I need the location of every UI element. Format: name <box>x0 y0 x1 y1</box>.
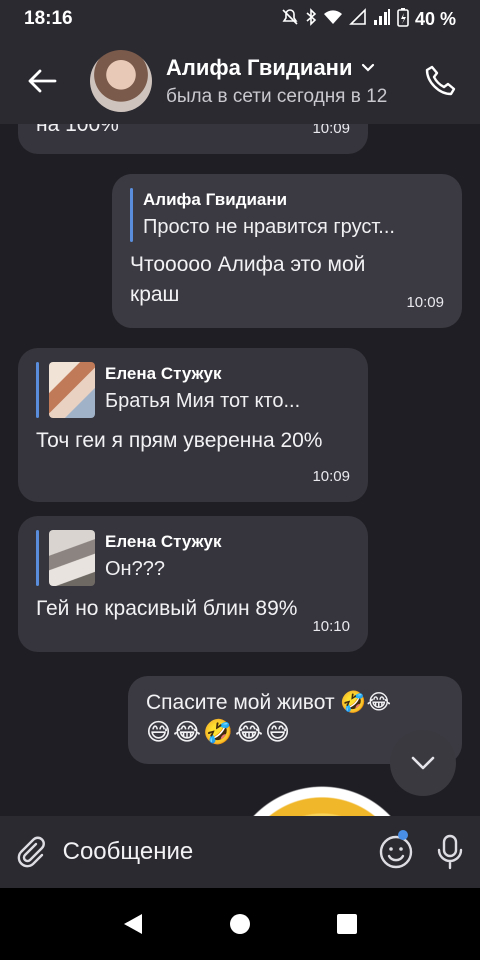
status-icons: 40 % <box>281 7 456 32</box>
emoji-icon <box>380 835 413 869</box>
signal-icon <box>373 8 391 31</box>
attach-icon <box>18 836 46 868</box>
message-composer <box>0 816 480 888</box>
contact-status: была в сети сегодня в 12 <box>166 85 388 107</box>
message-time: 10:09 <box>312 468 350 485</box>
attach-button[interactable] <box>0 816 63 888</box>
quote-text: Просто не нравится груст... <box>143 216 395 238</box>
chat-header: Алифа Гвидиани была в сети сегодня в 12 <box>0 38 480 124</box>
battery-icon <box>397 7 409 32</box>
contact-info[interactable]: Алифа Гвидиани была в сети сегодня в 12 <box>166 55 400 108</box>
status-bar: 18:16 40 % <box>0 0 480 38</box>
status-time: 18:16 <box>24 8 73 29</box>
scroll-to-bottom-button[interactable] <box>390 730 456 796</box>
call-button[interactable] <box>400 38 480 124</box>
contact-avatar[interactable] <box>90 50 152 112</box>
message-input[interactable] <box>62 816 373 888</box>
quote-author: Елена Стужук <box>105 364 222 383</box>
emoji-button[interactable] <box>373 816 421 888</box>
message-text: Точ геи я прям уверенна 20% <box>36 429 323 452</box>
recents-nav-icon[interactable] <box>336 913 358 935</box>
message-time: 10:10 <box>312 618 350 635</box>
quote-accent-bar <box>36 530 39 586</box>
chevron-down-icon <box>411 756 435 770</box>
message-list[interactable]: на 100% 10:09 Алифа Гвидиани Просто не н… <box>0 124 480 816</box>
reply-quote[interactable]: Алифа Гвидиани Просто не нравится груст.… <box>130 188 444 242</box>
back-nav-icon[interactable] <box>122 912 144 936</box>
message-bubble-incoming[interactable]: Елена Стужук Братья Мия тот кто... Точ г… <box>18 348 368 502</box>
mute-icon <box>281 8 299 31</box>
reply-quote[interactable]: Елена Стужук Братья Мия тот кто... <box>36 362 350 418</box>
system-navigation-bar <box>0 888 480 960</box>
battery-percent: 40 % <box>414 8 456 29</box>
home-nav-icon[interactable] <box>229 913 251 935</box>
wifi-icon <box>323 9 343 30</box>
bluetooth-icon <box>305 7 317 31</box>
mic-icon <box>437 834 463 870</box>
quote-author: Елена Стужук <box>105 532 222 551</box>
back-button[interactable] <box>0 38 84 124</box>
quote-image-thumbnail <box>49 362 95 418</box>
back-arrow-icon <box>28 69 57 93</box>
chevron-down-icon <box>361 63 374 72</box>
message-bubble-outgoing[interactable]: Алифа Гвидиани Просто не нравится груст.… <box>112 174 462 328</box>
sticker-image[interactable] <box>232 782 412 816</box>
quote-text: Он??? <box>105 558 165 580</box>
quote-author: Алифа Гвидиани <box>143 190 288 209</box>
message-bubble-incoming[interactable]: на 100% 10:09 <box>18 124 368 154</box>
message-text: Гей но красивый блин 89% <box>36 597 298 620</box>
message-text: на 100% <box>36 124 119 136</box>
quote-accent-bar <box>130 188 133 242</box>
phone-icon <box>425 65 456 96</box>
voice-record-button[interactable] <box>420 816 480 888</box>
message-text: Чтооооо Алифа это мой краш <box>130 253 366 306</box>
quote-accent-bar <box>36 362 39 418</box>
message-text: Спасите мой живот 🤣😂 <box>146 691 392 714</box>
message-time: 10:09 <box>406 294 444 311</box>
reply-quote[interactable]: Елена Стужук Он??? <box>36 530 350 586</box>
message-bubble-incoming[interactable]: Елена Стужук Он??? Гей но красивый блин … <box>18 516 368 652</box>
signal-outline-icon <box>349 7 367 31</box>
message-time: 10:09 <box>312 124 350 137</box>
quote-image-thumbnail <box>49 530 95 586</box>
quote-text: Братья Мия тот кто... <box>105 390 301 412</box>
contact-name: Алифа Гвидиани <box>166 54 353 80</box>
